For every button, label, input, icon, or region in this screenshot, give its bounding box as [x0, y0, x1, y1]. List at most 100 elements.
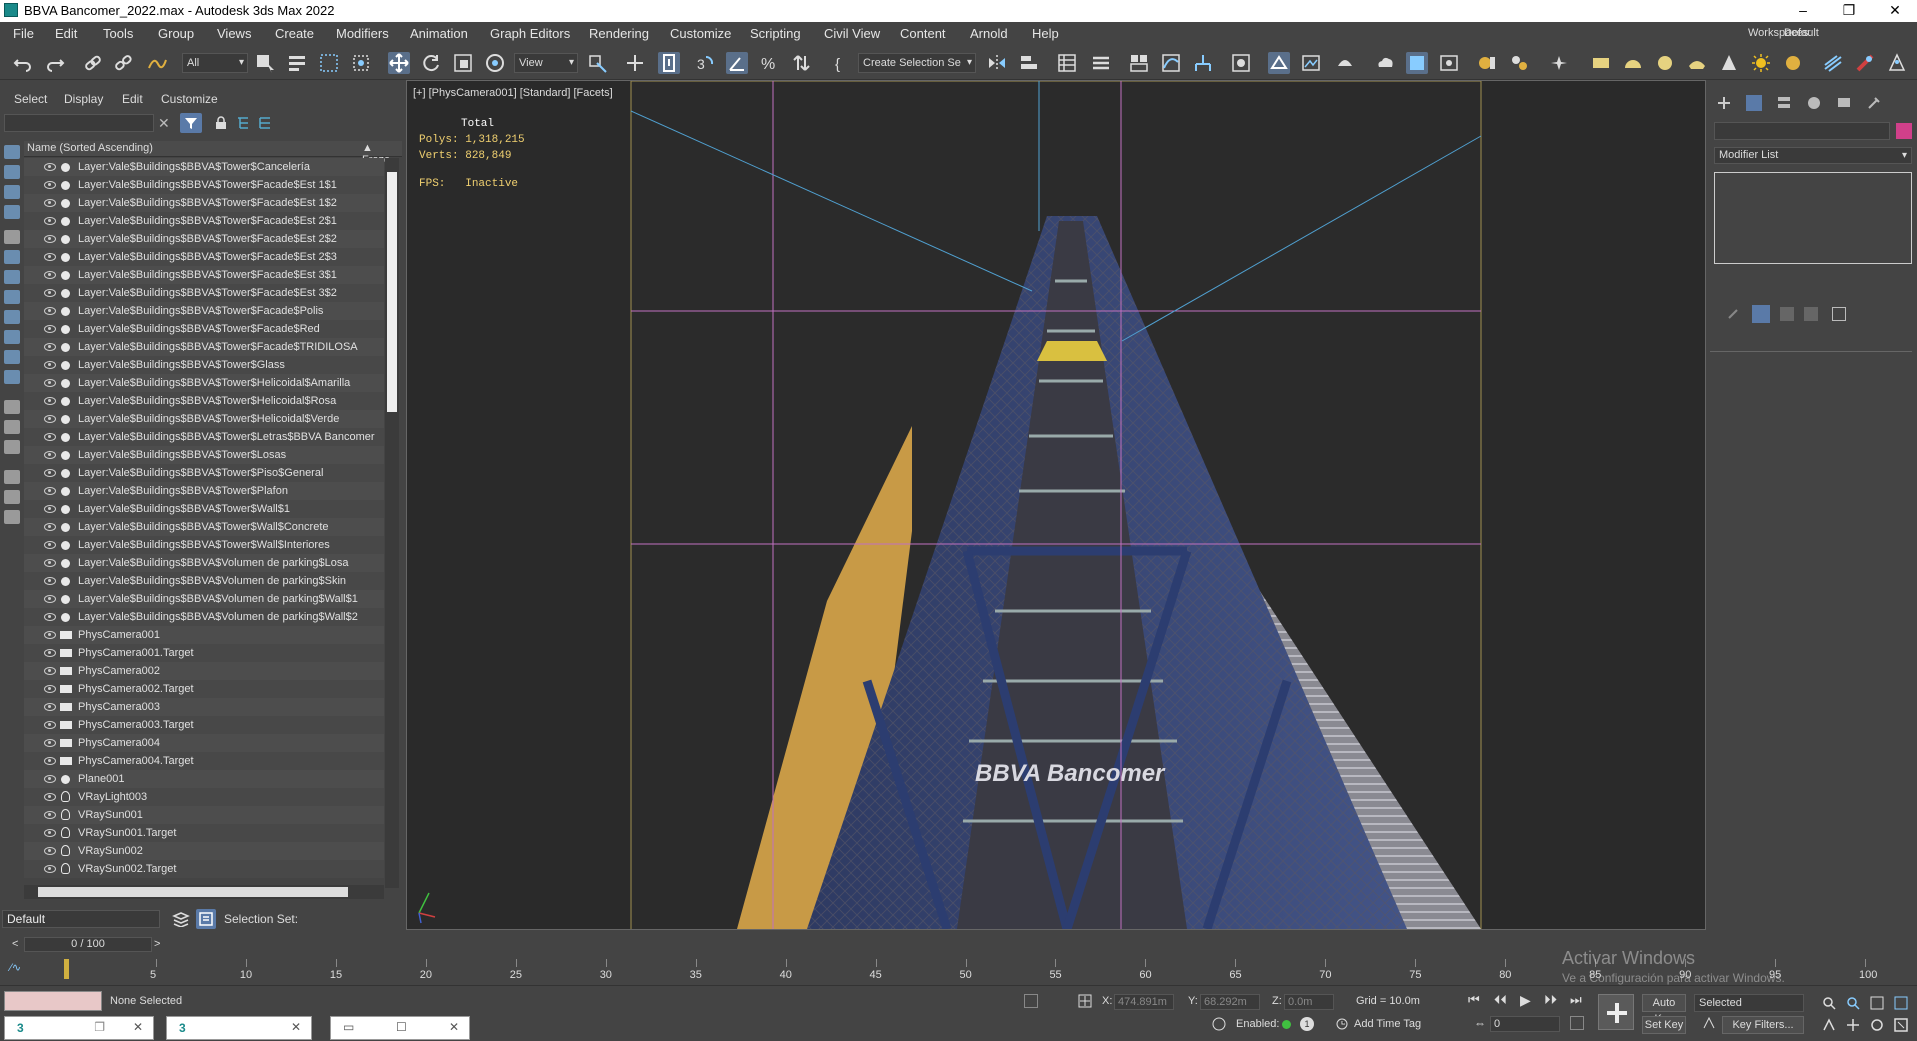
- outliner-row[interactable]: Layer:Vale$Buildings$BBVA$Tower$Wall$1: [24, 500, 384, 518]
- layers-icon[interactable]: [172, 911, 190, 928]
- vray-fur-icon[interactable]: [1822, 52, 1844, 74]
- outliner-row[interactable]: Layer:Vale$Buildings$BBVA$Tower$Facade$E…: [24, 176, 384, 194]
- restore-thumbnail-icon[interactable]: ❐: [94, 1020, 105, 1034]
- vray-dome-light-icon[interactable]: [1622, 52, 1644, 74]
- outliner-row[interactable]: PhysCamera001.Target: [24, 644, 384, 662]
- enabled-indicator[interactable]: [1282, 1020, 1291, 1029]
- menu-animation[interactable]: Animation: [410, 26, 468, 41]
- slider-prev-icon[interactable]: <: [12, 938, 18, 950]
- maximize-thumbnail-icon[interactable]: ☐: [396, 1020, 407, 1034]
- vray-proxy-icon[interactable]: [1854, 52, 1876, 74]
- motion-tab-icon[interactable]: [1806, 95, 1822, 111]
- visibility-eye-icon[interactable]: [44, 613, 56, 621]
- keyboard-shortcut-override-icon[interactable]: [658, 52, 680, 74]
- pin-stack-icon[interactable]: [1726, 307, 1740, 321]
- outliner-row[interactable]: PhysCamera002: [24, 662, 384, 680]
- visibility-eye-icon[interactable]: [44, 631, 56, 639]
- display-shapes-icon[interactable]: [4, 165, 20, 179]
- visibility-eye-icon[interactable]: [44, 559, 56, 567]
- render-production-icon[interactable]: [1334, 52, 1356, 74]
- outliner-row[interactable]: Layer:Vale$Buildings$BBVA$Tower$Canceler…: [24, 158, 384, 176]
- spinner-snap-icon[interactable]: [790, 52, 812, 74]
- display-xrefs-icon[interactable]: [4, 290, 20, 304]
- outliner-row[interactable]: Layer:Vale$Buildings$BBVA$Tower$Facade$E…: [24, 248, 384, 266]
- menu-rendering[interactable]: Rendering: [589, 26, 649, 41]
- display-groups-icon[interactable]: [4, 270, 20, 284]
- close-thumbnail-icon-3[interactable]: ✕: [449, 1020, 459, 1034]
- key-filters-button[interactable]: Key Filters...: [1722, 1016, 1804, 1034]
- menu-views[interactable]: Views: [217, 26, 251, 41]
- visibility-eye-icon[interactable]: [44, 649, 56, 657]
- menu-group[interactable]: Group: [158, 26, 194, 41]
- absolute-mode-icon[interactable]: [1078, 994, 1092, 1008]
- arnold-ipr-icon[interactable]: [1508, 52, 1530, 74]
- outliner-row[interactable]: Layer:Vale$Buildings$BBVA$Volumen de par…: [24, 554, 384, 572]
- select-and-scale-icon[interactable]: [452, 52, 474, 74]
- filter-toggle-icon[interactable]: [4, 490, 20, 504]
- visibility-eye-icon[interactable]: [44, 721, 56, 729]
- display-spacewarps-icon[interactable]: [4, 250, 20, 264]
- outliner-row[interactable]: Layer:Vale$Buildings$BBVA$Tower$Losas: [24, 446, 384, 464]
- display-cameras-icon[interactable]: [4, 205, 20, 219]
- outliner-row[interactable]: PhysCamera004.Target: [24, 752, 384, 770]
- explorer-search-input[interactable]: [4, 114, 154, 132]
- render-setup-icon[interactable]: [1268, 52, 1290, 74]
- selection-filter-dropdown[interactable]: All: [182, 53, 248, 73]
- arnold-light-icon[interactable]: [1548, 52, 1570, 74]
- display-lights-icon[interactable]: [4, 185, 20, 199]
- outliner-row[interactable]: Layer:Vale$Buildings$BBVA$Volumen de par…: [24, 590, 384, 608]
- pivot-center-icon[interactable]: [586, 52, 608, 74]
- arnold-render-icon[interactable]: [1476, 52, 1498, 74]
- display-none-icon[interactable]: [4, 420, 20, 434]
- visibility-eye-icon[interactable]: [44, 415, 56, 423]
- explorer-tab-customize[interactable]: Customize: [161, 92, 218, 106]
- render-in-cloud-icon[interactable]: [1374, 52, 1396, 74]
- menu-civil-view[interactable]: Civil View: [824, 26, 880, 41]
- visibility-eye-icon[interactable]: [44, 181, 56, 189]
- key-mode-icon[interactable]: [1702, 1016, 1716, 1030]
- visibility-eye-icon[interactable]: [44, 325, 56, 333]
- add-time-tag-button[interactable]: Add Time Tag: [1354, 1018, 1421, 1030]
- display-all-icon[interactable]: [4, 400, 20, 414]
- maxscript-listener-field[interactable]: [4, 991, 102, 1011]
- outliner-row[interactable]: Layer:Vale$Buildings$BBVA$Tower$Facade$T…: [24, 338, 384, 356]
- outliner-row[interactable]: VRaySun001.Target: [24, 824, 384, 842]
- bind-space-warp-icon[interactable]: [146, 52, 168, 74]
- field-of-view-icon[interactable]: [1822, 1018, 1836, 1032]
- visibility-eye-icon[interactable]: [44, 487, 56, 495]
- mirror-icon[interactable]: [986, 52, 1008, 74]
- show-end-result-icon[interactable]: [1752, 305, 1770, 323]
- z-coordinate-field[interactable]: 0.0m: [1284, 994, 1334, 1010]
- hierarchy-tab-icon[interactable]: [1776, 95, 1792, 111]
- visibility-eye-icon[interactable]: [44, 739, 56, 747]
- curve-editor-icon[interactable]: [1160, 52, 1182, 74]
- visibility-eye-icon[interactable]: [44, 829, 56, 837]
- menu-file[interactable]: File: [13, 26, 34, 41]
- visibility-eye-icon[interactable]: [44, 253, 56, 261]
- reference-coordinate-dropdown[interactable]: View: [514, 53, 578, 73]
- menu-customize[interactable]: Customize: [670, 26, 731, 41]
- outliner-row[interactable]: Layer:Vale$Buildings$BBVA$Volumen de par…: [24, 572, 384, 590]
- outliner-row[interactable]: Layer:Vale$Buildings$BBVA$Tower$Facade$E…: [24, 194, 384, 212]
- vray-ies-light-icon[interactable]: [1718, 52, 1740, 74]
- outliner-row[interactable]: VRaySun002.Target: [24, 860, 384, 878]
- modifier-list-dropdown[interactable]: Modifier List ▾: [1714, 147, 1912, 164]
- clear-search-icon[interactable]: ✕: [158, 115, 170, 132]
- utilities-tab-icon[interactable]: [1866, 95, 1882, 111]
- zoom-extents-all-icon[interactable]: [1894, 996, 1908, 1010]
- menu-content[interactable]: Content: [900, 26, 946, 41]
- visibility-eye-icon[interactable]: [44, 505, 56, 513]
- play-icon[interactable]: ▶: [1520, 992, 1531, 1009]
- outliner-row[interactable]: Layer:Vale$Buildings$BBVA$Tower$Helicoid…: [24, 392, 384, 410]
- visibility-eye-icon[interactable]: [44, 163, 56, 171]
- visibility-eye-icon[interactable]: [44, 235, 56, 243]
- outliner-row[interactable]: VRaySun002: [24, 842, 384, 860]
- visibility-eye-icon[interactable]: [44, 595, 56, 603]
- info-icon[interactable]: 1: [1300, 1017, 1314, 1031]
- active-shade-icon[interactable]: [1438, 52, 1460, 74]
- visibility-eye-icon[interactable]: [44, 199, 56, 207]
- display-hidden-icon[interactable]: [4, 370, 20, 384]
- make-unique-icon[interactable]: [1780, 307, 1794, 321]
- outliner-row[interactable]: VRaySun001: [24, 806, 384, 824]
- schematic-view-icon[interactable]: [1192, 52, 1214, 74]
